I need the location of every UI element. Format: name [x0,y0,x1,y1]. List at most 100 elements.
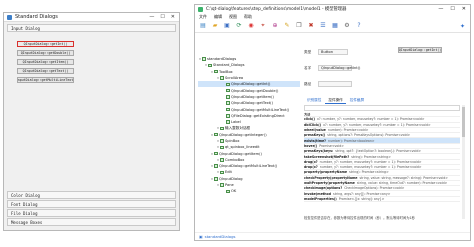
menu-edit[interactable]: 编辑 [214,14,222,20]
method-signature: number): Promise<void> [327,128,369,133]
tree-node-label: 输入整数对话框 [225,125,251,130]
tree-node-label: OK [231,189,237,194]
standard-dialogs-window: Standard Dialogs — ☐ ✕ Input Dialog QInp… [3,12,180,231]
method-row[interactable]: modelProperties() Promise<{[x: string]: a… [304,196,460,203]
method-signature: x?: number, y?: number, mousekey?: numbe… [317,117,425,122]
menu-file[interactable]: 文件 [199,14,207,20]
method-search-input[interactable] [304,105,460,111]
settings-icon[interactable]: ⚙ [343,22,351,30]
close-button[interactable]: ✕ [462,6,466,12]
tree-node-label: QInputDialog [219,176,243,181]
target-icon[interactable]: ⊕ [271,22,279,30]
minimize-button[interactable]: — [438,6,443,12]
prop-path-value[interactable] [318,81,352,87]
tree-node-label: ComboBox [225,157,245,162]
method-name: pressKeys() [304,133,326,138]
get-double-button[interactable]: QInputDialog::getDouble() [17,50,74,56]
tree-node[interactable]: OK [198,188,300,194]
tree-node-label: QFileDialog::getExistingDirect [231,113,285,118]
tree-node-label: Pane [225,183,234,188]
method-signature: x?: number, y?: number, mousekey?: numbe… [323,122,431,127]
pin-icon[interactable]: ✦ [460,23,465,30]
node-type-icon [220,76,224,80]
node-type-icon [226,120,230,124]
node-type-icon [226,189,230,194]
get-int-button[interactable]: QInputDialog::getInt() [17,41,74,47]
status-tree-icon: ▣ [199,234,203,239]
tree-node-label: QInputDialog::getDouble() [231,88,279,93]
method-signature: CheckImageOptions): Promise<void> [344,186,405,191]
tree-node-label: SpinBox [225,139,240,143]
message-boxes-section[interactable]: Message Boxes [7,218,176,226]
help-icon[interactable]: ? [355,22,363,30]
file-dialog-section[interactable]: File Dialog [7,209,176,217]
method-signature: string, options?: PressKeysOptions): Pro… [327,133,411,138]
list-icon[interactable]: ☰ [319,22,327,30]
tree-node-label: QInputDialog::getMultiLineText() [219,164,278,169]
menu-help[interactable]: 帮助 [244,14,252,20]
method-name: hover() [304,143,318,148]
method-list-scrollbar[interactable] [462,105,465,219]
node-type-icon [220,145,224,150]
prop-name-value[interactable]: QInputDialog::getInt() [318,65,360,71]
new-icon[interactable]: ▤ [199,22,207,30]
method-name: takeScreenshot(filePath? [304,154,350,159]
prop-name-label: 名字 [304,65,312,70]
node-type-icon [220,139,224,143]
table-icon[interactable]: ▦ [331,22,339,30]
maximize-button[interactable]: ☐ [160,14,164,20]
method-signature: Promise<{[x: string]: any}> [338,196,385,201]
copy-icon[interactable]: ❐ [295,22,303,30]
input-dialog-section[interactable]: Input Dialog [7,24,176,32]
node-type-icon [214,132,218,137]
open-icon[interactable]: ▰ [211,22,219,30]
detail-tabs: 识别属性 控件操作 控件截屏 [304,97,367,104]
node-type-icon [220,158,224,162]
prop-path-label: 路径 [304,81,312,86]
minimize-button[interactable]: — [149,14,154,20]
method-name: checkImage(options? [304,186,343,191]
tree-node-label: ScrollArea [225,76,244,81]
get-text-button[interactable]: QInputDialog::getText() [17,68,74,74]
method-name: click() [304,117,315,122]
prop-path: 路径 [304,81,352,87]
scrollbar-thumb[interactable] [462,107,465,137]
record-icon[interactable]: ◉ [247,22,255,30]
delete-icon[interactable]: ✖ [307,22,315,30]
method-name: waitProperty(propertyName [304,181,355,185]
refresh-icon[interactable]: ⟳ [235,22,243,30]
prop-type-value[interactable]: Button [318,49,348,55]
highlight-icon[interactable]: ✎ [283,22,291,30]
model-manager-icon [198,6,203,12]
menu-view[interactable]: 视图 [229,14,237,20]
tree-node-label: QInputDialog::getInteger() [219,132,267,137]
get-multiline-text-button[interactable]: QInputDialog::getMultiLineText() [17,77,74,83]
spy-icon[interactable]: ⌖ [259,22,267,30]
color-dialog-section[interactable]: Color Dialog [7,191,176,199]
status-bar: ▣ standardDialogs [195,232,470,240]
method-signature: string, args?: any[]): Promise<any> [333,191,391,196]
close-button[interactable]: ✕ [171,14,175,20]
get-item-button[interactable]: QInputDialog::getItem() [17,59,74,65]
node-type-icon [202,57,206,61]
method-name: exists(time? [304,138,327,143]
method-signature: number, y?: number, mousekey?: number = … [319,159,422,164]
tab-identify-props[interactable]: 识别属性 [304,97,324,104]
method-name: invoke(method [304,191,332,196]
model-tree: ▾ standardDialogs ▾ Standard_Dialogs ▾ ToolBo… [198,56,300,225]
font-dialog-section[interactable]: Font Dialog [7,200,176,208]
method-signature: string, opt?: {textOption?: boolean}): P… [335,149,422,154]
method-name: wheel(value [304,128,326,133]
node-type-icon [220,126,224,131]
method-name: pressKeys(keys: [304,149,334,154]
maximize-button[interactable]: ☐ [450,6,454,12]
method-name: drop(x? [304,165,318,170]
node-type-icon [220,170,224,175]
tree-node-label: standardDialogs [207,57,237,62]
preview-button[interactable]: QInputDialog::getInt() [398,47,442,53]
save-icon[interactable]: ▣ [223,22,231,30]
tab-control-screenshot[interactable]: 控件截屏 [347,97,367,104]
node-type-icon [214,151,218,156]
tree-node-label: Edit [225,170,232,175]
tab-control-ops[interactable]: 控件操作 [325,97,346,104]
